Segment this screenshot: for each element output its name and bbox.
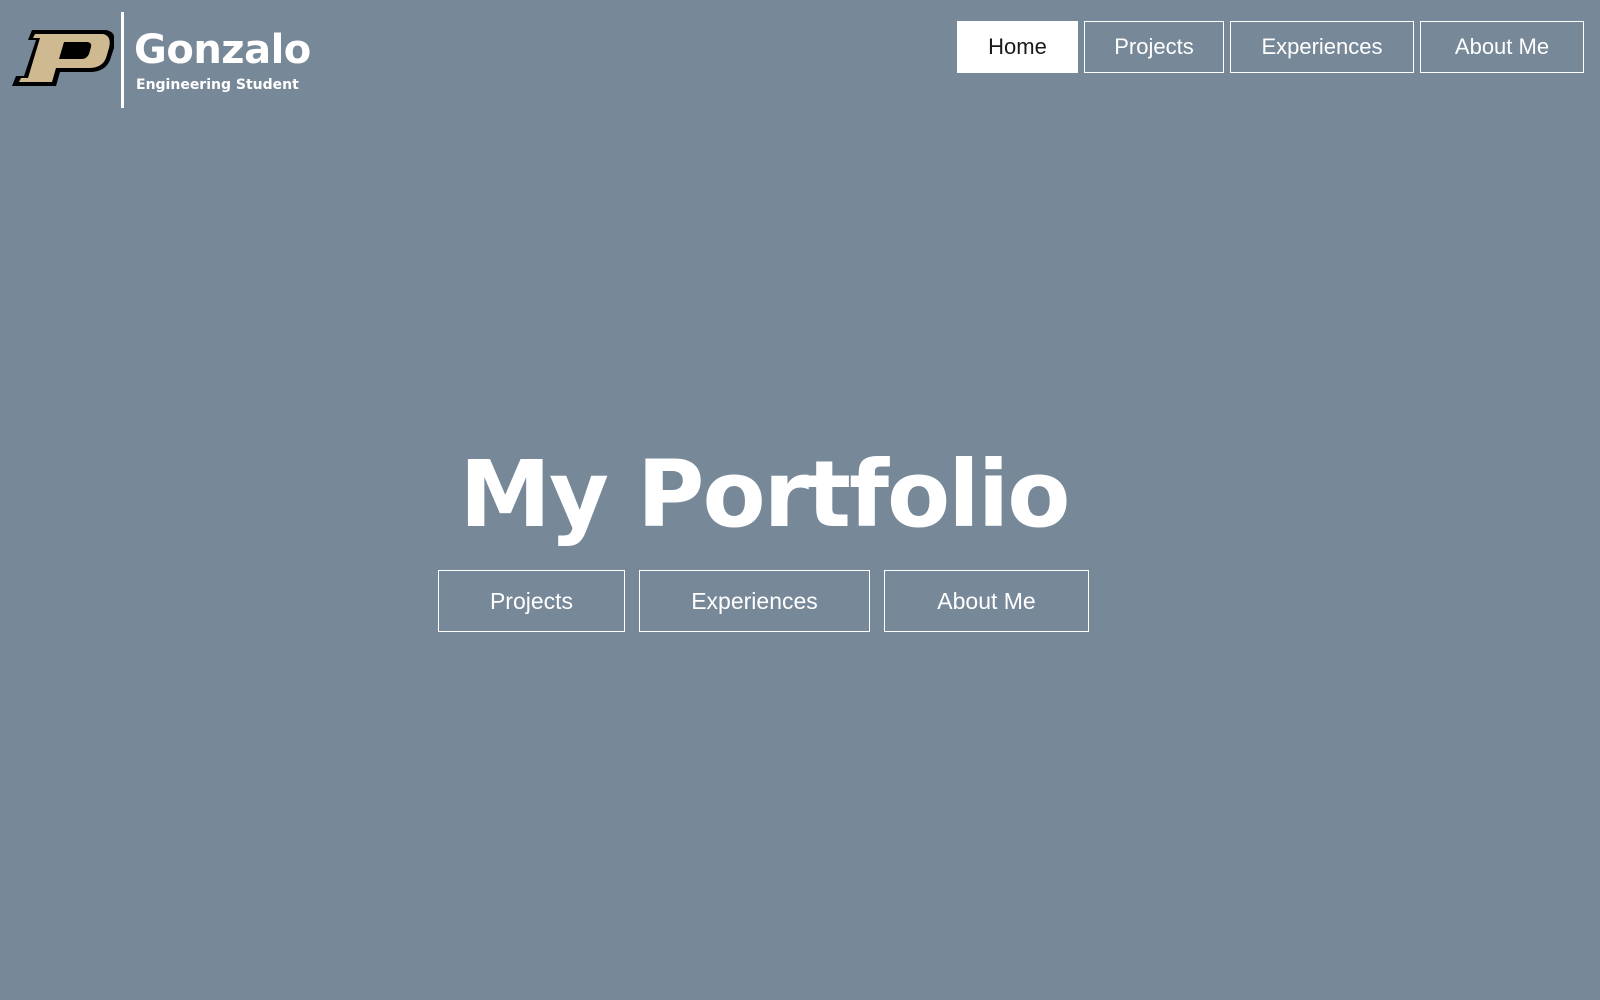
hero-experiences-button[interactable]: Experiences xyxy=(639,570,870,632)
nav-projects-button[interactable]: Projects xyxy=(1084,21,1224,73)
nav-home-button[interactable]: Home xyxy=(957,21,1078,73)
brand-text: Gonzalo Engineering Student xyxy=(134,12,311,94)
hero-title: My Portfolio xyxy=(459,441,1070,548)
brand-name: Gonzalo xyxy=(134,27,311,73)
hero-buttons: Projects Experiences About Me xyxy=(438,570,1089,632)
page: Gonzalo Engineering Student Home Project… xyxy=(0,0,1600,1000)
hero-projects-button[interactable]: Projects xyxy=(438,570,625,632)
top-nav: Home Projects Experiences About Me xyxy=(957,21,1584,73)
brand-subtitle: Engineering Student xyxy=(136,77,299,93)
brand[interactable]: Gonzalo Engineering Student xyxy=(10,12,311,108)
nav-experiences-button[interactable]: Experiences xyxy=(1230,21,1414,73)
nav-about-me-button[interactable]: About Me xyxy=(1420,21,1584,73)
hero-about-me-button[interactable]: About Me xyxy=(884,570,1089,632)
brand-divider xyxy=(121,12,124,108)
purdue-p-logo-icon xyxy=(12,30,114,86)
